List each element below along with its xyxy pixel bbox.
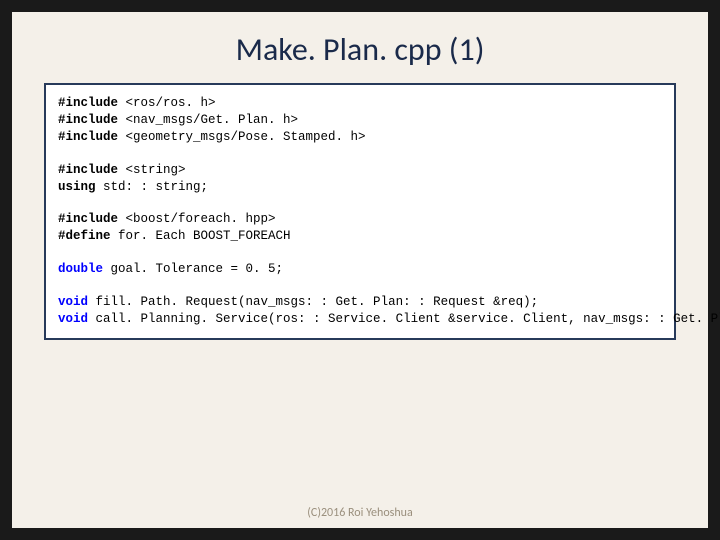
footer-copyright: (C)2016 Roi Yehoshua xyxy=(12,506,708,520)
code-text: std: : string; xyxy=(96,180,209,194)
code-line: #define for. Each BOOST_FOREACH xyxy=(58,228,662,245)
code-text: <nav_msgs/Get. Plan. h> xyxy=(118,113,298,127)
blank-line xyxy=(58,245,662,261)
code-text: <boost/foreach. hpp> xyxy=(118,212,276,226)
code-line: void call. Planning. Service(ros: : Serv… xyxy=(58,311,662,328)
slide-title: Make. Plan. cpp (1) xyxy=(12,12,708,83)
code-line: #include <boost/foreach. hpp> xyxy=(58,211,662,228)
keyword-void: void xyxy=(58,295,88,309)
slide: Make. Plan. cpp (1) #include <ros/ros. h… xyxy=(12,12,708,528)
keyword-void: void xyxy=(58,312,88,326)
code-text: fill. Path. Request(nav_msgs: : Get. Pla… xyxy=(88,295,538,309)
code-text: <string> xyxy=(118,163,186,177)
keyword-using: using xyxy=(58,180,96,194)
code-line: #include <ros/ros. h> xyxy=(58,95,662,112)
keyword-include: #include xyxy=(58,113,118,127)
code-line: #include <nav_msgs/Get. Plan. h> xyxy=(58,112,662,129)
blank-line xyxy=(58,146,662,162)
code-block: #include <ros/ros. h> #include <nav_msgs… xyxy=(44,83,676,340)
code-text: <ros/ros. h> xyxy=(118,96,216,110)
code-line: using std: : string; xyxy=(58,179,662,196)
keyword-include: #include xyxy=(58,130,118,144)
code-text: for. Each BOOST_FOREACH xyxy=(111,229,291,243)
code-line: void fill. Path. Request(nav_msgs: : Get… xyxy=(58,294,662,311)
code-line: #include <geometry_msgs/Pose. Stamped. h… xyxy=(58,129,662,146)
keyword-include: #include xyxy=(58,163,118,177)
code-text: <geometry_msgs/Pose. Stamped. h> xyxy=(118,130,366,144)
keyword-include: #include xyxy=(58,212,118,226)
code-text: goal. Tolerance = 0. 5; xyxy=(103,262,283,276)
keyword-double: double xyxy=(58,262,103,276)
code-line: double goal. Tolerance = 0. 5; xyxy=(58,261,662,278)
code-line: #include <string> xyxy=(58,162,662,179)
blank-line xyxy=(58,278,662,294)
blank-line xyxy=(58,195,662,211)
keyword-define: #define xyxy=(58,229,111,243)
keyword-include: #include xyxy=(58,96,118,110)
code-text: call. Planning. Service(ros: : Service. … xyxy=(88,312,720,326)
